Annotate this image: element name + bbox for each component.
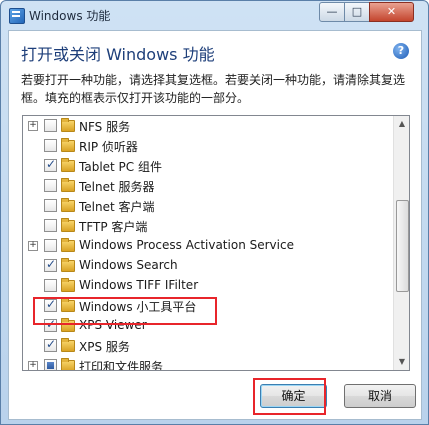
feature-row[interactable]: XPS 服务 [23, 336, 392, 356]
feature-checkbox[interactable] [44, 279, 57, 292]
windows-features-icon [9, 8, 25, 24]
folder-icon [61, 118, 75, 132]
title-bar[interactable]: Windows 功能 — □ ✕ [1, 1, 428, 29]
folder-icon [61, 138, 75, 152]
expand-plus-icon[interactable]: + [28, 361, 38, 370]
vertical-scrollbar[interactable]: ▲ ▼ [393, 116, 409, 370]
folder-icon [61, 158, 75, 172]
dialog-body: 打开或关闭 Windows 功能 ? 若要打开一种功能，请选择其复选框。若要关闭… [8, 30, 422, 420]
feature-row[interactable]: Telnet 客户端 [23, 196, 392, 216]
feature-checkbox[interactable] [44, 257, 57, 272]
close-button[interactable]: ✕ [369, 2, 414, 22]
page-heading: 打开或关闭 Windows 功能 [21, 45, 215, 64]
feature-row[interactable]: RIP 侦听器 [23, 136, 392, 156]
feature-label: Telnet 客户端 [79, 200, 155, 214]
feature-row[interactable]: TFTP 客户端 [23, 216, 392, 236]
feature-checkbox[interactable] [44, 179, 57, 192]
feature-label: TFTP 客户端 [79, 220, 148, 234]
windows-features-dialog: Windows 功能 — □ ✕ 打开或关闭 Windows 功能 ? 若要打开… [0, 0, 429, 425]
help-icon[interactable]: ? [393, 43, 409, 59]
feature-row[interactable]: + Windows Process Activation Service [23, 236, 392, 256]
feature-label: Telnet 服务器 [79, 180, 155, 194]
folder-icon [61, 238, 75, 252]
minimize-button[interactable]: — [319, 2, 345, 22]
folder-icon [61, 258, 75, 272]
feature-label: Windows TIFF IFilter [79, 278, 199, 292]
feature-checkbox[interactable] [44, 119, 57, 132]
folder-icon [61, 178, 75, 192]
feature-checkbox[interactable] [44, 337, 57, 352]
feature-row[interactable]: + NFS 服务 [23, 116, 392, 136]
folder-icon [61, 358, 75, 370]
feature-checkbox[interactable] [44, 199, 57, 212]
feature-label: 打印和文件服务 [79, 360, 164, 371]
feature-row[interactable]: Telnet 服务器 [23, 176, 392, 196]
feature-label: XPS 服务 [79, 340, 130, 354]
highlight-ok-button [253, 378, 326, 415]
feature-label: RIP 侦听器 [79, 140, 138, 154]
feature-label: NFS 服务 [79, 120, 131, 134]
feature-label: Windows Process Activation Service [79, 238, 294, 252]
folder-icon [61, 198, 75, 212]
feature-label: Tablet PC 组件 [79, 160, 162, 174]
instructions-text: 若要打开一种功能，请选择其复选框。若要关闭一种功能，请清除其复选框。填充的框表示… [21, 73, 406, 105]
folder-icon [61, 278, 75, 292]
scroll-up-arrow-icon[interactable]: ▲ [394, 116, 409, 132]
feature-row[interactable]: + 打印和文件服务 [23, 356, 392, 371]
feature-checkbox[interactable] [44, 239, 57, 252]
feature-row[interactable]: Windows Search [23, 256, 392, 276]
folder-icon [61, 218, 75, 232]
feature-checkbox[interactable] [44, 359, 57, 370]
scroll-thumb[interactable] [396, 200, 409, 292]
cancel-button[interactable]: 取消 [344, 384, 416, 408]
feature-tree[interactable]: ▲ ▼ + NFS 服务 RIP 侦听器 Tablet PC 组件 Telnet 服务器… [22, 115, 410, 371]
feature-label: Windows Search [79, 258, 178, 272]
maximize-button[interactable]: □ [344, 2, 370, 22]
expand-plus-icon[interactable]: + [28, 121, 38, 131]
feature-row[interactable]: Windows TIFF IFilter [23, 276, 392, 296]
expand-plus-icon[interactable]: + [28, 241, 38, 251]
feature-checkbox[interactable] [44, 219, 57, 232]
feature-row[interactable]: Tablet PC 组件 [23, 156, 392, 176]
feature-checkbox[interactable] [44, 139, 57, 152]
folder-icon [61, 338, 75, 352]
feature-checkbox[interactable] [44, 157, 57, 172]
scroll-down-arrow-icon[interactable]: ▼ [394, 354, 409, 370]
window-title: Windows 功能 [29, 9, 111, 23]
highlight-gadget-platform-row [33, 297, 217, 325]
